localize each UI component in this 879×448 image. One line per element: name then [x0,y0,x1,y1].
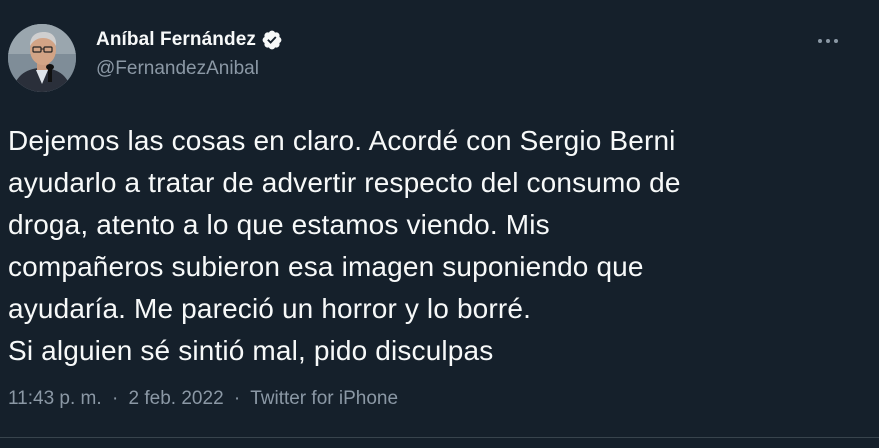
author-display-name[interactable]: Aníbal Fernández [96,29,256,51]
tweet-text-line: compañeros subieron esa imagen suponiend… [8,251,644,282]
tweet-date[interactable]: 2 feb. 2022 [129,388,224,409]
meta-separator: · [111,388,119,409]
tweet-text-line: droga, atento a lo que estamos viendo. M… [8,209,550,240]
more-horizontal-icon [818,39,822,43]
tweet-source-link[interactable]: Twitter for iPhone [250,388,398,409]
divider [0,437,879,438]
tweet-text: Dejemos las cosas en claro. Acordé con S… [8,120,868,372]
tweet-time[interactable]: 11:43 p. m. [8,388,102,409]
avatar[interactable] [8,24,76,92]
display-name-row: Aníbal Fernández [96,28,283,52]
avatar-image [8,24,76,92]
tweet-card: Aníbal Fernández @FernandezAnibal Dejemo… [0,0,879,448]
more-horizontal-icon-dot [826,39,830,43]
tweet-meta: 11:43 p. m. · 2 feb. 2022 · Twitter for … [8,388,398,410]
meta-separator: · [233,388,241,409]
more-options-button[interactable] [810,26,846,56]
author-handle[interactable]: @FernandezAnibal [96,58,283,80]
tweet-text-line: ayudaría. Me pareció un horror y lo borr… [8,293,532,324]
author-names: Aníbal Fernández @FernandezAnibal [96,28,283,80]
tweet-text-line: Si alguien sé sintió mal, pido disculpas [8,335,494,366]
tweet-text-line: ayudarlo a tratar de advertir respecto d… [8,167,681,198]
tweet-text-line: Dejemos las cosas en claro. Acordé con S… [8,125,676,156]
verified-badge-icon [261,29,283,51]
tweet-header: Aníbal Fernández @FernandezAnibal [8,24,868,92]
more-horizontal-icon-dot [834,39,838,43]
